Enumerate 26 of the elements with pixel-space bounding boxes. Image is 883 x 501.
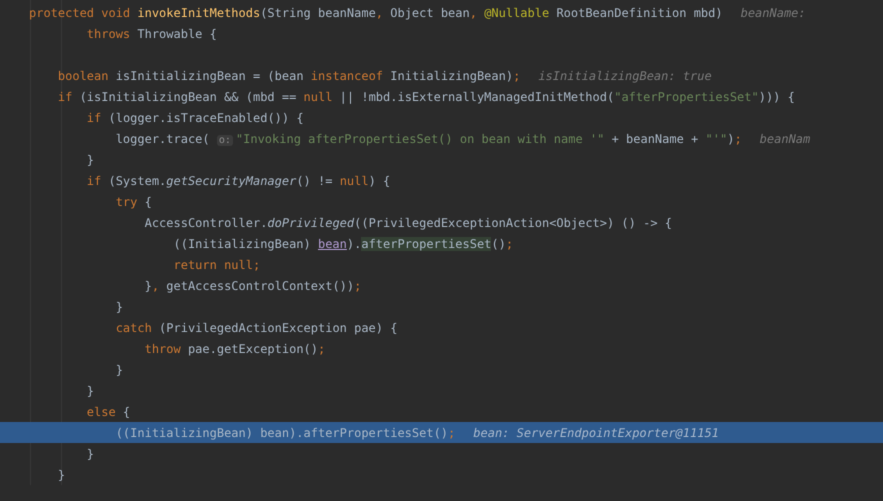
code-line: return null; xyxy=(172,258,260,272)
code-line: } xyxy=(56,468,66,482)
code-line: if (System.getSecurityManager() != null) { xyxy=(86,174,390,188)
code-line: throw pae.getException(); xyxy=(144,342,326,356)
code-line: try { xyxy=(114,194,152,208)
code-line: if (isInitializingBean && (mbd == null || !mbd.isExternallyManagedInitMethod("afterPropertiesSet"))) { xyxy=(56,90,795,104)
inline-value-hint: bean: ServerEndpointExporter@11151 xyxy=(473,426,719,440)
inline-value-hint: isInitializingBean: true xyxy=(538,68,712,82)
code-line: throws Throwable { xyxy=(86,26,217,40)
code-line: ((InitializingBean) bean).afterPropertiesSet(); xyxy=(114,426,456,440)
code-line: } xyxy=(114,300,123,314)
code-line: } xyxy=(114,362,123,376)
code-line: logger.trace( o: "Invoking afterPropertiesSet() on bean with name '" + beanName + "'"); xyxy=(114,132,742,146)
code-line: if (logger.isTraceEnabled()) { xyxy=(86,110,304,124)
code-line: protected void invokeInitMethods(String beanName, Object bean, @Nullable RootBeanDefinition mbd) xyxy=(29,6,723,20)
code-line: } xyxy=(86,446,94,460)
inline-value-hint: beanNam xyxy=(760,132,810,146)
code-line: else { xyxy=(86,404,130,418)
code-line: } xyxy=(86,152,94,166)
code-line: ((InitializingBean) bean).afterPropertiesSet(); xyxy=(172,236,514,250)
inline-value-hint: beanName: xyxy=(740,6,806,20)
code-line: }, getAccessControlContext()); xyxy=(144,278,362,292)
code-line: catch (PrivilegedActionException pae) { xyxy=(114,320,398,334)
code-line: boolean isInitializingBean = (bean instanceof InitializingBean); xyxy=(56,68,520,82)
code-line: AccessController.doPrivileged((PrivilegedExceptionAction<Object>) () -> { xyxy=(144,216,672,230)
code-line: } xyxy=(86,384,94,398)
